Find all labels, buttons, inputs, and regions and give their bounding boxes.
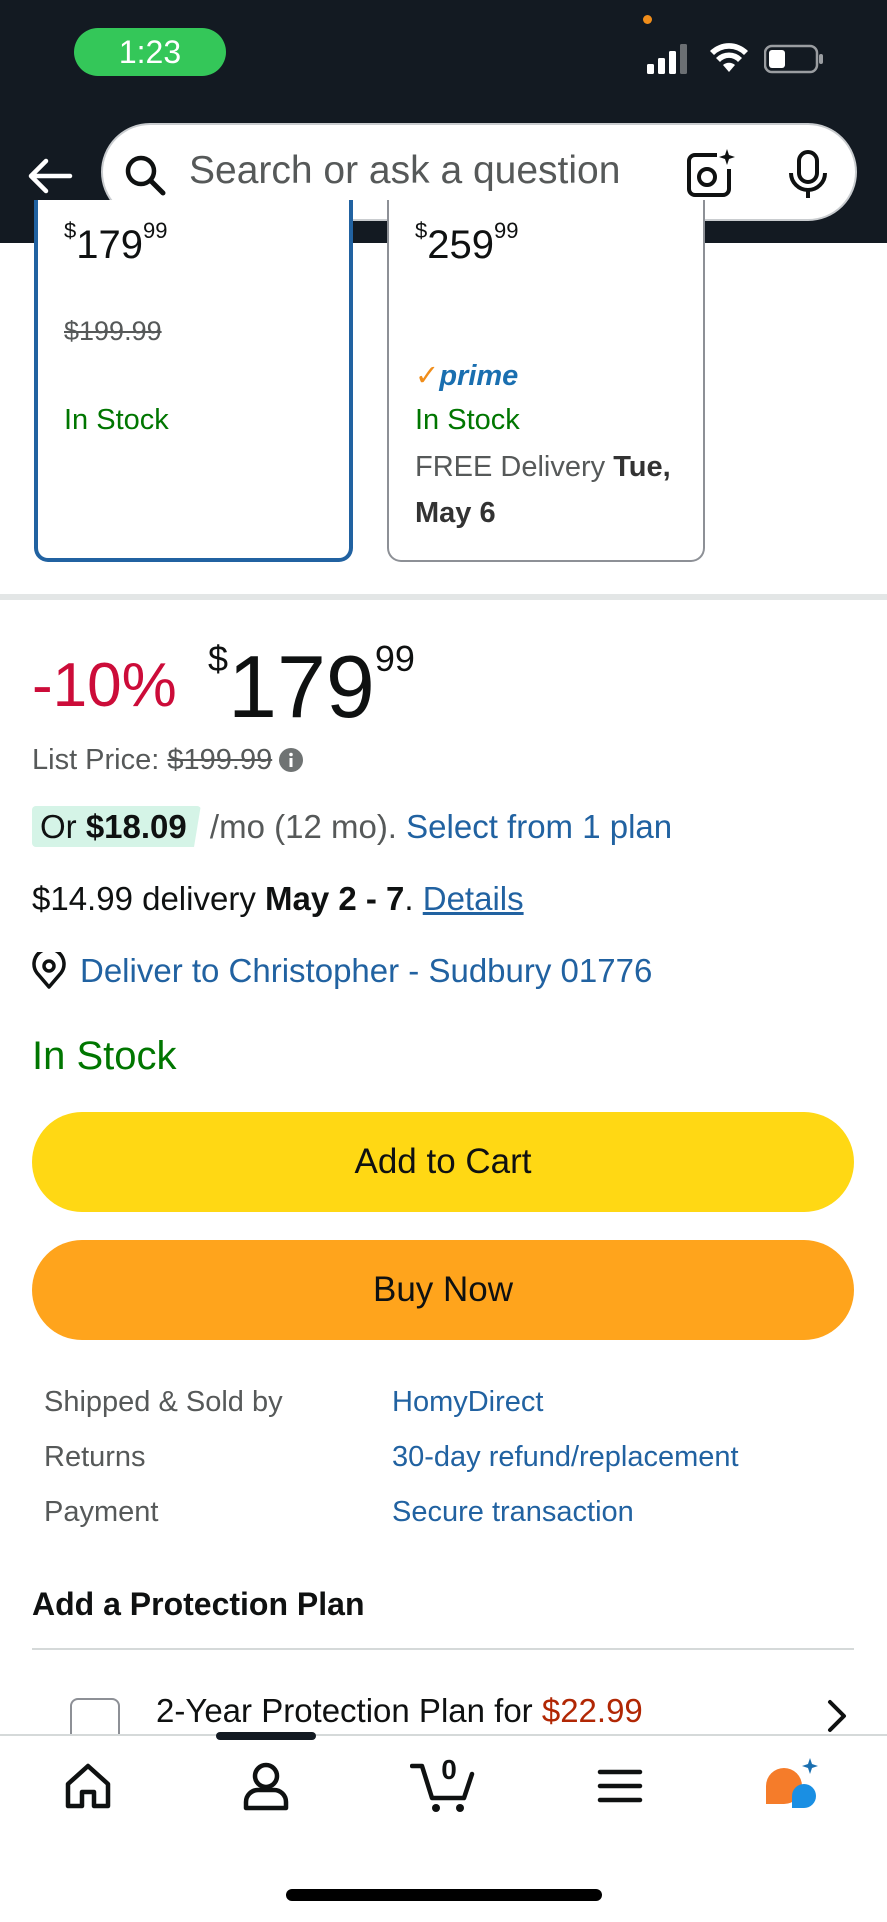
monthly-plan-row: Or $18.09 /mo (12 mo). Select from 1 pla… <box>32 806 672 847</box>
status-time: 1:23 <box>74 28 226 76</box>
returns-label: Returns <box>44 1441 146 1473</box>
variant-delivery: FREE Delivery Tue, May 6 <box>415 451 671 529</box>
battery-icon <box>764 44 823 74</box>
delivery-info: $14.99 delivery May 2 - 7. Details <box>32 880 524 917</box>
home-indicator <box>286 1889 602 1901</box>
protection-plan-option[interactable]: 2-Year Protection Plan for $22.99 <box>156 1692 643 1730</box>
details-link[interactable]: Details <box>423 880 524 917</box>
payment-label: Payment <box>44 1496 159 1528</box>
select-plan-link[interactable]: Select from 1 plan <box>406 808 672 845</box>
stock-status: In Stock <box>32 1034 177 1078</box>
variant-price: $25999 <box>415 218 519 267</box>
variant-card-selected[interactable]: $17999 $199.99 In Stock <box>34 200 353 562</box>
add-to-cart-button[interactable]: Add to Cart <box>32 1112 854 1212</box>
camera-lens-icon[interactable] <box>683 147 737 201</box>
returns-link[interactable]: 30-day refund/replacement <box>392 1441 739 1474</box>
search-placeholder: Search or ask a question <box>189 149 621 192</box>
deliver-to-location[interactable]: Deliver to Christopher - Sudbury 01776 <box>32 952 652 990</box>
list-price: List Price: $199.99 <box>32 744 304 777</box>
home-icon[interactable] <box>58 1756 118 1816</box>
search-icon <box>125 155 166 196</box>
chevron-right-icon[interactable] <box>822 1696 850 1736</box>
privacy-indicator-dot <box>643 15 652 24</box>
buy-now-button[interactable]: Buy Now <box>32 1240 854 1340</box>
signal-icon <box>647 44 687 74</box>
variant-stock: In Stock <box>64 404 169 436</box>
location-pin-icon <box>32 952 66 989</box>
seller-link[interactable]: HomyDirect <box>392 1386 543 1419</box>
discount-percent: -10% <box>32 651 177 720</box>
cart-count: 0 <box>441 1754 457 1785</box>
microphone-icon[interactable] <box>786 149 830 201</box>
back-arrow-icon[interactable] <box>26 152 74 200</box>
payment-link[interactable]: Secure transaction <box>392 1496 634 1529</box>
main-price: $17999 <box>208 637 415 736</box>
status-bar: 1:23 <box>0 0 887 118</box>
shipped-sold-label: Shipped & Sold by <box>44 1386 283 1418</box>
variant-stock: In Stock <box>415 404 520 436</box>
section-divider <box>0 594 887 600</box>
account-icon[interactable] <box>236 1756 296 1816</box>
sheet-handle <box>216 1732 316 1740</box>
variant-list-price: $199.99 <box>64 316 162 346</box>
protection-plan-title: Add a Protection Plan <box>32 1586 365 1622</box>
wifi-icon <box>710 43 748 72</box>
monthly-plan-highlight: Or $18.09 <box>32 806 201 847</box>
prime-badge: ✓prime <box>415 360 519 392</box>
menu-icon[interactable] <box>590 1756 650 1816</box>
variant-price: $17999 <box>64 218 168 267</box>
rufus-icon[interactable] <box>762 1756 822 1816</box>
variant-card[interactable]: $25999 ✓prime In Stock FREE Delivery Tue… <box>387 200 705 562</box>
info-icon[interactable] <box>278 747 304 773</box>
protection-divider <box>32 1648 854 1650</box>
prime-check-icon: ✓ <box>415 360 440 392</box>
